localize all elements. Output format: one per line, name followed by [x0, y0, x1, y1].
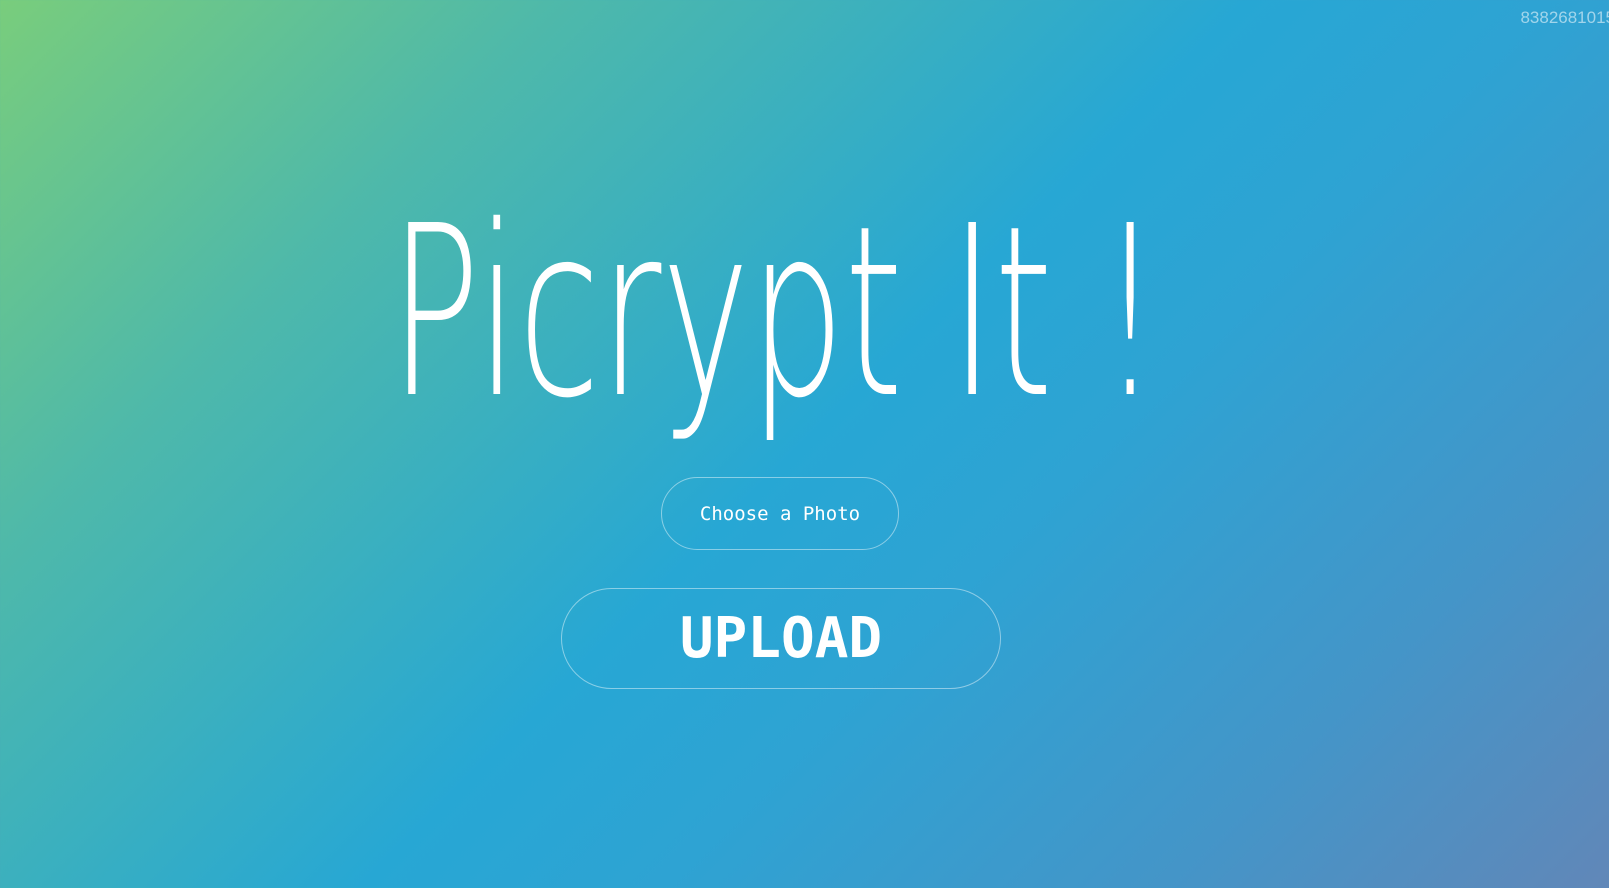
title-svg: Picrypt It !	[390, 190, 1160, 440]
upload-label: UPLOAD	[679, 606, 883, 671]
choose-photo-label: Choose a Photo	[699, 502, 861, 525]
hero-title-area: Picrypt It !	[0, 190, 1609, 440]
choose-photo-button[interactable]: Choose a Photo	[661, 477, 899, 550]
corner-id-text: 8382681015	[1520, 8, 1609, 27]
upload-button[interactable]: UPLOAD	[561, 588, 1001, 689]
page-title: Picrypt It !	[390, 190, 1160, 440]
